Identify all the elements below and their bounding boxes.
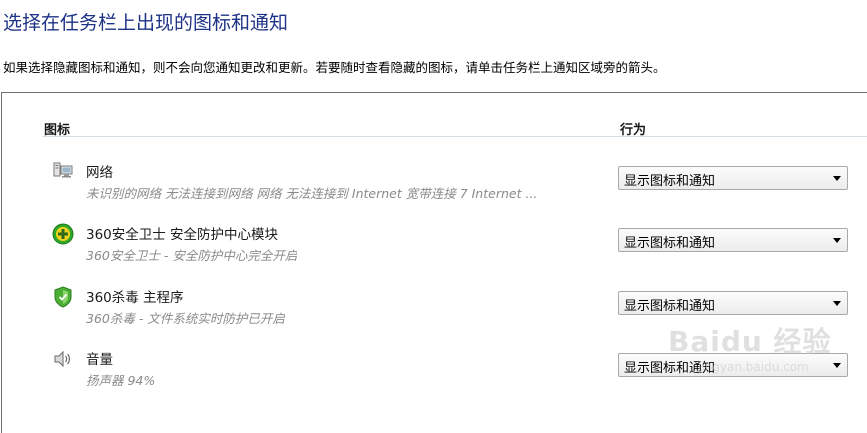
item-detail: 360杀毒 - 文件系统实时防护已开启	[86, 311, 285, 326]
item-name: 音量	[86, 352, 113, 368]
network-icon	[52, 161, 74, 183]
item-detail: 扬声器 94%	[86, 373, 156, 388]
360-antivirus-shield-icon	[52, 286, 74, 308]
dropdown-arrow-icon	[833, 238, 841, 243]
item-detail: 360安全卫士 - 安全防护中心完全开启	[86, 248, 298, 263]
baidu-watermark: Baidu 经验 jingyan.baidu.com	[668, 320, 831, 390]
behavior-select-value: 显示图标和通知	[624, 236, 716, 251]
360-safe-guard-icon	[52, 223, 74, 245]
behavior-select-network[interactable]: 显示图标和通知	[618, 166, 848, 190]
item-detail: 未识别的网络 无法连接到网络 网络 无法连接到 Internet 宽带连接 7 …	[86, 186, 538, 201]
item-name: 360杀毒 主程序	[86, 290, 184, 306]
header-divider	[42, 136, 867, 137]
watermark-logo-text: Baidu 经验	[668, 325, 832, 358]
page-title: 选择在任务栏上出现的图标和通知	[3, 12, 289, 34]
speaker-icon	[52, 348, 74, 370]
behavior-select-360-safe-guard[interactable]: 显示图标和通知	[618, 228, 848, 252]
behavior-select-360-antivirus[interactable]: 显示图标和通知	[618, 291, 848, 315]
behavior-select-value: 显示图标和通知	[624, 174, 716, 189]
list-item-360-safe-guard: 360安全卫士 安全防护中心模块 360安全卫士 - 安全防护中心完全开启 显示…	[2, 223, 867, 285]
item-name: 360安全卫士 安全防护中心模块	[86, 227, 279, 243]
dropdown-arrow-icon	[833, 363, 841, 368]
dropdown-arrow-icon	[833, 176, 841, 181]
dropdown-arrow-icon	[833, 301, 841, 306]
item-name: 网络	[86, 165, 113, 181]
list-item-network: 网络 未识别的网络 无法连接到网络 网络 无法连接到 Internet 宽带连接…	[2, 161, 867, 223]
watermark-url: jingyan.baidu.com	[698, 360, 809, 374]
page-description: 如果选择隐藏图标和通知，则不会向您通知更改和更新。若要随时查看隐藏的图标，请单击…	[3, 60, 666, 75]
behavior-select-value: 显示图标和通知	[624, 299, 716, 314]
